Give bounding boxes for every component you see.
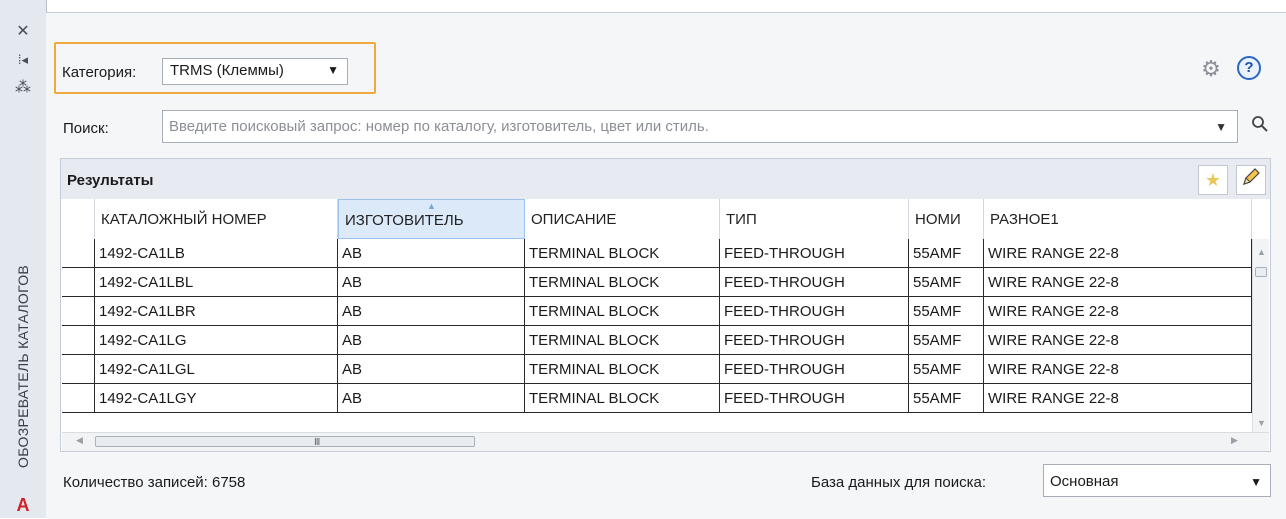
cell-manufacturer: AB (338, 355, 525, 383)
column-header-manufacturer-label: ИЗГОТОВИТЕЛЬ (345, 212, 464, 229)
scroll-left-icon[interactable]: ◀ (76, 435, 83, 446)
results-title: Результаты (67, 172, 154, 189)
table-row[interactable]: 1492-CA1LGY AB TERMINAL BLOCK FEED-THROUGH 5… (62, 384, 1252, 413)
column-header-description[interactable]: ОПИСАНИЕ (525, 199, 720, 239)
cell-manufacturer: AB (338, 268, 525, 296)
cell-catalog-number: 1492-CA1LB (95, 239, 338, 267)
results-pane: Результаты ★ КАТАЛОЖНЫЙ НОМЕР ▲ ИЗГОТОВИ… (60, 158, 1271, 452)
cell-type: FEED-THROUGH (720, 355, 909, 383)
table-row[interactable]: 1492-CA1LG AB TERMINAL BLOCK FEED-THROUGH 55… (62, 326, 1252, 355)
search-database-label: База данных для поиска: (811, 474, 987, 491)
cell-description: TERMINAL BLOCK (525, 268, 720, 296)
record-count: Количество записей: 6758 (63, 474, 246, 491)
category-select-value: TRMS (Клеммы) (170, 62, 284, 79)
cell-misc1: WIRE RANGE 22-8 (984, 268, 1252, 296)
cell-manufacturer: AB (338, 384, 525, 412)
cell-rating: 55AMF (909, 297, 984, 325)
cell-catalog-number: 1492-CA1LBL (95, 268, 338, 296)
cell-description: TERMINAL BLOCK (525, 355, 720, 383)
horizontal-scrollbar[interactable]: ◀ III ▶ (62, 432, 1269, 451)
row-selector[interactable] (62, 326, 95, 354)
column-header-misc1[interactable]: РАЗНОЕ1 (984, 199, 1252, 239)
cell-type: FEED-THROUGH (720, 384, 909, 412)
cell-rating: 55AMF (909, 239, 984, 267)
cell-rating: 55AMF (909, 355, 984, 383)
cell-misc1: WIRE RANGE 22-8 (984, 297, 1252, 325)
cell-description: TERMINAL BLOCK (525, 297, 720, 325)
category-label: Категория: (62, 64, 137, 81)
table-row[interactable]: 1492-CA1LB AB TERMINAL BLOCK FEED-THROUGH 55… (62, 239, 1252, 268)
sidebar-title: ОБОЗРЕВАТЕЛЬ КАТАЛОГОВ (15, 264, 31, 468)
vertical-scroll-thumb[interactable] (1255, 267, 1267, 277)
category-select[interactable]: TRMS (Клеммы) ▼ (162, 58, 348, 85)
cell-description: TERMINAL BLOCK (525, 326, 720, 354)
cell-type: FEED-THROUGH (720, 297, 909, 325)
cell-manufacturer: AB (338, 326, 525, 354)
cell-catalog-number: 1492-CA1LBR (95, 297, 338, 325)
scroll-grip-icon: III (314, 437, 320, 448)
search-database-value: Основная (1050, 473, 1119, 490)
table-row[interactable]: 1492-CA1LGL AB TERMINAL BLOCK FEED-THROUGH 5… (62, 355, 1252, 384)
search-input[interactable]: Введите поисковый запрос: номер по катал… (162, 110, 1238, 143)
cell-misc1: WIRE RANGE 22-8 (984, 239, 1252, 267)
catalog-browser-sidebar: ✕ ⁞◂ ⁂ ОБОЗРЕВАТЕЛЬ КАТАЛОГОВ A (0, 0, 47, 518)
cell-manufacturer: AB (338, 239, 525, 267)
column-header-rating[interactable]: НОМИ (909, 199, 984, 239)
horizontal-scroll-thumb[interactable]: III (95, 436, 475, 448)
close-icon[interactable]: ✕ (0, 22, 46, 42)
scroll-up-icon[interactable]: ▲ (1253, 247, 1269, 257)
autocad-logo-icon[interactable]: A (13, 496, 33, 514)
column-header-catalog-number[interactable]: КАТАЛОЖНЫЙ НОМЕР (95, 199, 338, 239)
search-icon[interactable] (1246, 113, 1274, 141)
chevron-down-icon: ▼ (327, 63, 339, 77)
cell-type: FEED-THROUGH (720, 268, 909, 296)
results-grid: КАТАЛОЖНЫЙ НОМЕР ▲ ИЗГОТОВИТЕЛЬ ОПИСАНИЕ… (62, 199, 1269, 432)
search-input-placeholder: Введите поисковый запрос: номер по катал… (169, 118, 709, 135)
favorites-star-icon[interactable]: ★ (1198, 165, 1228, 195)
edit-pencil-icon[interactable] (1236, 165, 1266, 195)
help-icon[interactable]: ? (1237, 56, 1261, 80)
search-label: Поиск: (63, 120, 109, 137)
search-database-select[interactable]: Основная ▼ (1043, 464, 1271, 497)
results-header: Результаты ★ (61, 159, 1270, 199)
cell-description: TERMINAL BLOCK (525, 384, 720, 412)
cell-rating: 55AMF (909, 326, 984, 354)
row-selector[interactable] (62, 239, 95, 267)
table-row[interactable]: 1492-CA1LBR AB TERMINAL BLOCK FEED-THROUGH 5… (62, 297, 1252, 326)
cell-misc1: WIRE RANGE 22-8 (984, 355, 1252, 383)
cell-misc1: WIRE RANGE 22-8 (984, 384, 1252, 412)
search-history-dropdown-icon[interactable]: ▼ (1215, 120, 1227, 134)
cell-catalog-number: 1492-CA1LGL (95, 355, 338, 383)
table-row[interactable]: 1492-CA1LBL AB TERMINAL BLOCK FEED-THROUGH 5… (62, 268, 1252, 297)
cell-rating: 55AMF (909, 384, 984, 412)
row-selector[interactable] (62, 355, 95, 383)
scroll-down-icon[interactable]: ▼ (1253, 418, 1269, 428)
row-header-corner (62, 199, 95, 239)
autohide-pin-icon[interactable]: ⁞◂ (0, 50, 46, 70)
scroll-right-icon[interactable]: ▶ (1231, 435, 1238, 446)
column-header-type[interactable]: ТИП (720, 199, 909, 239)
chevron-down-icon: ▼ (1250, 475, 1262, 489)
row-selector[interactable] (62, 268, 95, 296)
vertical-scrollbar[interactable]: ▲ ▼ (1252, 239, 1269, 432)
row-selector[interactable] (62, 297, 95, 325)
cell-rating: 55AMF (909, 268, 984, 296)
cell-manufacturer: AB (338, 297, 525, 325)
cell-description: TERMINAL BLOCK (525, 239, 720, 267)
column-header-manufacturer[interactable]: ▲ ИЗГОТОВИТЕЛЬ (338, 199, 525, 239)
cell-misc1: WIRE RANGE 22-8 (984, 326, 1252, 354)
row-selector[interactable] (62, 384, 95, 412)
cell-catalog-number: 1492-CA1LGY (95, 384, 338, 412)
sort-ascending-icon: ▲ (427, 201, 436, 211)
settings-gear-icon[interactable]: ⚙ (1198, 56, 1224, 82)
properties-icon[interactable]: ⁂ (0, 78, 46, 98)
cell-type: FEED-THROUGH (720, 326, 909, 354)
cell-type: FEED-THROUGH (720, 239, 909, 267)
cell-catalog-number: 1492-CA1LG (95, 326, 338, 354)
